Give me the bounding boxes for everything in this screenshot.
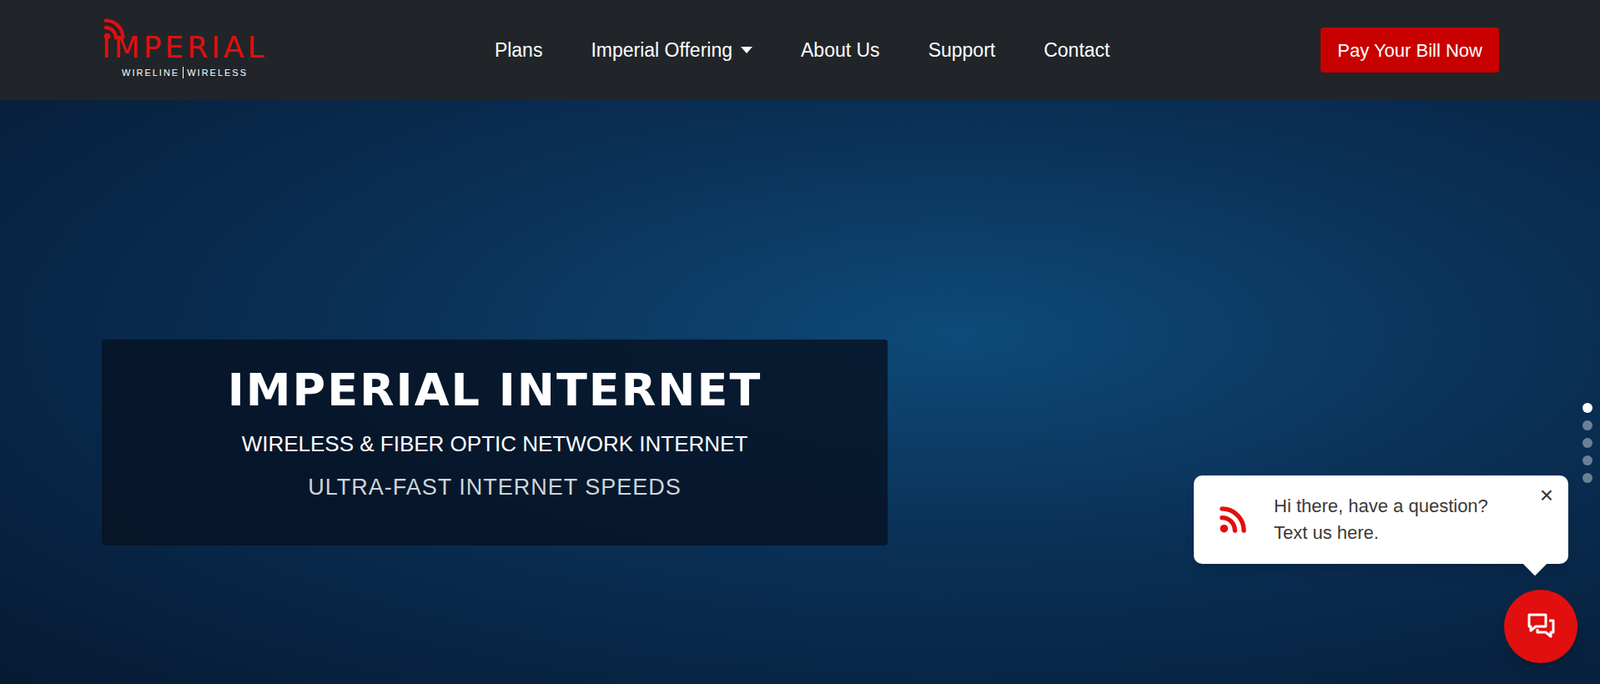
nav-item[interactable]: Support	[928, 35, 997, 66]
chat-close-button[interactable]: ×	[1539, 483, 1554, 508]
hero-subtitle: WIRELESS & FIBER OPTIC NETWORK INTERNET	[241, 427, 749, 461]
pay-bill-button[interactable]: Pay Your Bill Now	[1320, 27, 1500, 73]
carousel-dot[interactable]	[1582, 420, 1593, 431]
hero-tagline: ULTRA-FAST INTERNET SPEEDS	[307, 470, 682, 505]
page: IMPERIAL WIRELINEWIRELESS Plans Imperial Of…	[0, 0, 1600, 684]
chat-message: Hi there, have a question?Text us here.	[1273, 493, 1489, 547]
caret-down-icon	[740, 46, 753, 54]
nav-item[interactable]: Imperial Offering	[590, 35, 753, 66]
main-nav: Plans Imperial Offering About Us Support Con…	[283, 35, 1321, 66]
nav-item[interactable]: Plans	[494, 35, 544, 66]
hero-title: IMPERIAL INTERNET	[227, 364, 762, 417]
chat-bubbles-icon	[1524, 609, 1558, 644]
nav-item[interactable]: Contact	[1043, 35, 1110, 66]
hero-caption: IMPERIAL INTERNET WIRELESS & FIBER OPTIC …	[101, 339, 888, 546]
chat-logo-icon	[1217, 503, 1249, 536]
carousel-dots	[1582, 402, 1593, 484]
carousel-dot[interactable]	[1582, 455, 1593, 466]
logo-tagline: WIRELINEWIRELESS	[121, 65, 284, 81]
hero: IMPERIAL INTERNET WIRELESS & FIBER OPTIC …	[0, 100, 1600, 684]
navbar: IMPERIAL WIRELINEWIRELESS Plans Imperial Of…	[0, 0, 1600, 101]
chat-popup: Hi there, have a question?Text us here. ×	[1193, 475, 1569, 564]
chat-button[interactable]	[1504, 589, 1578, 664]
carousel-dot[interactable]	[1582, 472, 1593, 484]
signal-icon	[101, 16, 127, 42]
logo-name: IMPERIAL	[101, 32, 284, 63]
logo[interactable]: IMPERIAL WIRELINEWIRELESS	[101, 16, 284, 84]
carousel-dot[interactable]	[1582, 437, 1593, 448]
chat-popup-tail	[1523, 552, 1547, 576]
nav-item[interactable]: About Us	[800, 35, 881, 66]
carousel-dot[interactable]	[1582, 402, 1593, 413]
